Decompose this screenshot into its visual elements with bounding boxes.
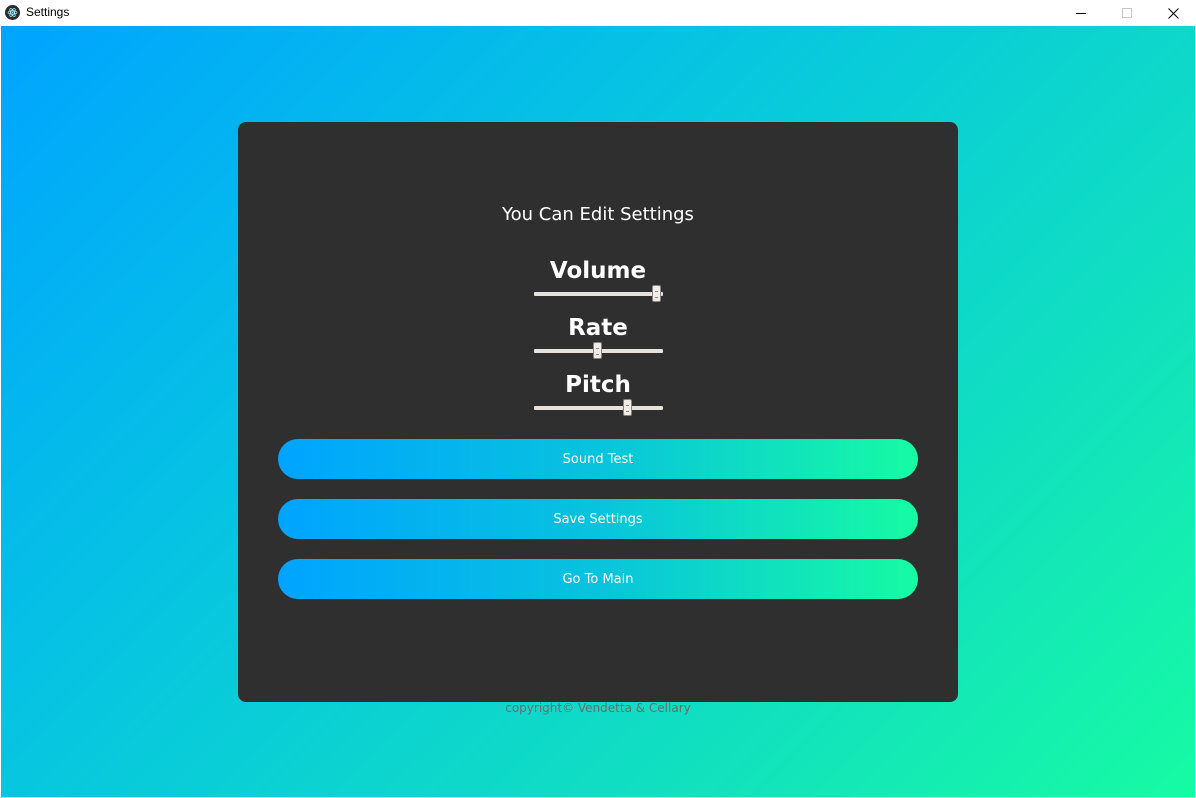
slider-thumb[interactable] <box>652 285 662 302</box>
content-area: You Can Edit Settings Volume Rate Pitch <box>1 26 1195 797</box>
title-bar[interactable]: Settings <box>0 0 1196 26</box>
slider-track[interactable] <box>533 292 663 296</box>
pitch-label: Pitch <box>565 372 631 398</box>
go-to-main-button[interactable]: Go To Main <box>278 559 918 599</box>
sound-test-button[interactable]: Sound Test <box>278 439 918 479</box>
settings-heading: You Can Edit Settings <box>502 204 694 225</box>
volume-group: Volume <box>238 258 958 304</box>
pitch-group: Pitch <box>238 372 958 418</box>
slider-track[interactable] <box>533 406 663 410</box>
maximize-button[interactable] <box>1104 0 1150 26</box>
window-title: Settings <box>26 5 70 19</box>
electron-icon <box>5 5 20 20</box>
save-settings-button[interactable]: Save Settings <box>278 499 918 539</box>
volume-slider[interactable] <box>533 284 663 304</box>
slider-thumb[interactable] <box>622 399 632 416</box>
close-button[interactable] <box>1150 0 1196 26</box>
minimize-button[interactable] <box>1058 0 1104 26</box>
settings-window: Settings You Can Edit Settings Volume Ra… <box>0 0 1196 798</box>
rate-slider[interactable] <box>533 341 663 361</box>
rate-group: Rate <box>238 315 958 361</box>
pitch-slider[interactable] <box>533 398 663 418</box>
minimize-icon <box>1076 13 1086 14</box>
copyright-text: copyright© Vendetta & Cellary <box>505 701 691 715</box>
rate-label: Rate <box>568 315 628 341</box>
settings-card: You Can Edit Settings Volume Rate Pitch <box>238 122 958 702</box>
slider-thumb[interactable] <box>593 342 602 359</box>
maximize-icon <box>1122 8 1132 18</box>
volume-label: Volume <box>549 258 647 284</box>
close-icon <box>1167 7 1179 19</box>
